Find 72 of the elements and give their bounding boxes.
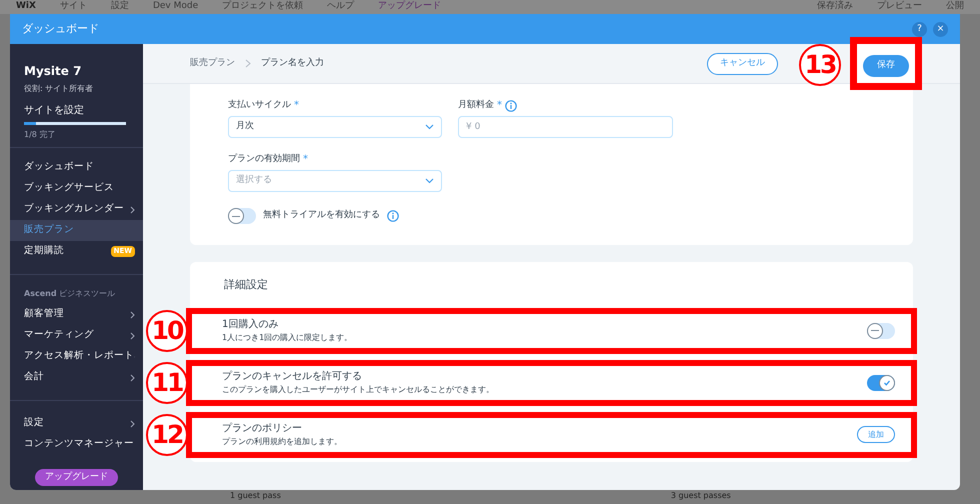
setting-description: 1人につき1回の購入に限定します。 <box>222 332 354 344</box>
trial-toggle[interactable] <box>228 208 256 224</box>
menu-item[interactable]: Dev Mode <box>152 0 198 14</box>
sidebar-item[interactable]: ブッキングカレンダー <box>10 199 143 220</box>
cancel-button[interactable]: キャンセル <box>707 52 778 74</box>
field-label: プランの有効期間 <box>228 152 300 166</box>
callout-number: 12 <box>146 414 188 456</box>
close-button[interactable]: × <box>933 22 948 36</box>
add-button[interactable]: 追加 <box>857 426 895 443</box>
help-button[interactable]: ? <box>912 22 927 36</box>
sidebar-item[interactable]: 設定 <box>10 413 143 434</box>
setting-toggle[interactable] <box>867 374 895 390</box>
toggle-label: 無料トライアルを有効にする <box>263 209 380 222</box>
chevron-down-icon <box>425 124 434 130</box>
required-mark: * <box>497 99 502 113</box>
sidebar-item[interactable]: 顧客管理 <box>10 304 143 325</box>
chevron-down-icon <box>425 178 434 184</box>
setting-title: プランのキャンセルを許可する <box>222 370 363 384</box>
upgrade-button[interactable]: アップグレード <box>35 469 118 486</box>
section-heading: Ascend ビジネスツール <box>23 288 116 300</box>
setup-progress-text: 1/8 完了 <box>24 129 56 141</box>
callout-number: 11 <box>146 362 188 404</box>
chevron-right-icon <box>130 332 135 340</box>
sidebar-item[interactable]: アクセス解析・レポート <box>10 346 143 367</box>
chevron-right-icon <box>130 374 135 382</box>
setting-description: このプランを購入したユーザーがサイト上でキャンセルることができます。 <box>222 384 495 396</box>
site-role: 役割: サイト所有者 <box>24 83 94 95</box>
menu-item[interactable]: サイト <box>60 0 87 14</box>
menu-item[interactable]: プロジェクトを依頼 <box>222 0 304 14</box>
window-title: ダッシュボード <box>22 20 99 37</box>
logo: WiX <box>16 0 36 14</box>
sidebar-item[interactable]: 販売プラン <box>10 220 143 241</box>
sidebar-item[interactable]: ダッシュボード <box>10 157 143 178</box>
sidebar-item[interactable]: コンテンツマネージャー <box>10 434 143 455</box>
section-title: 詳細設定 <box>223 277 269 293</box>
minus-icon <box>871 330 879 331</box>
select-field[interactable]: 選択する <box>228 170 442 192</box>
breadcrumb-item: プラン名を入力 <box>261 56 324 70</box>
background-cell-text: 3 guest passes <box>670 490 731 502</box>
callout-number: 13 <box>799 44 841 86</box>
callout-number: 10 <box>146 310 188 352</box>
menu-item[interactable]: アップグレード <box>378 0 442 14</box>
editor-action[interactable]: プレビュー <box>877 0 922 14</box>
setting-toggle[interactable] <box>867 322 895 338</box>
chevron-right-icon <box>245 59 251 68</box>
setting-description: プランの利用規約を追加します。 <box>222 436 343 448</box>
sidebar-item[interactable]: マーケティング <box>10 325 143 346</box>
background-cell-text: 1 guest pass <box>230 490 281 502</box>
editor-action[interactable]: 公開 <box>946 0 964 14</box>
setup-label: サイトを設定 <box>24 104 85 118</box>
editor-action[interactable]: 保存済み <box>817 0 853 14</box>
check-icon <box>883 378 891 386</box>
select-field[interactable]: 月次 <box>228 116 442 138</box>
menu-item[interactable]: 設定 <box>110 0 129 14</box>
chevron-right-icon <box>130 310 135 318</box>
sidebar-item[interactable]: ブッキングサービス <box>10 178 143 199</box>
save-button[interactable]: 保存 <box>863 54 909 77</box>
setting-title: プランのポリシー <box>222 422 303 436</box>
setting-title: 1回購入のみ <box>222 318 280 332</box>
sidebar-item[interactable]: 会計 <box>10 367 143 388</box>
info-icon[interactable] <box>387 210 399 222</box>
menu-item[interactable]: ヘルプ <box>327 0 354 14</box>
field-label: 支払いサイクル <box>228 98 291 112</box>
field-label: 月額料金 <box>458 98 494 112</box>
price-input-field[interactable]: ¥ 0 <box>458 116 673 138</box>
site-name: Mysite 7 <box>24 63 82 80</box>
chevron-right-icon <box>130 206 135 214</box>
required-mark: * <box>294 99 299 113</box>
info-icon[interactable] <box>505 100 517 112</box>
chevron-right-icon <box>130 420 135 428</box>
breadcrumb-item[interactable]: 販売プラン <box>190 56 235 70</box>
required-mark: * <box>303 153 308 167</box>
